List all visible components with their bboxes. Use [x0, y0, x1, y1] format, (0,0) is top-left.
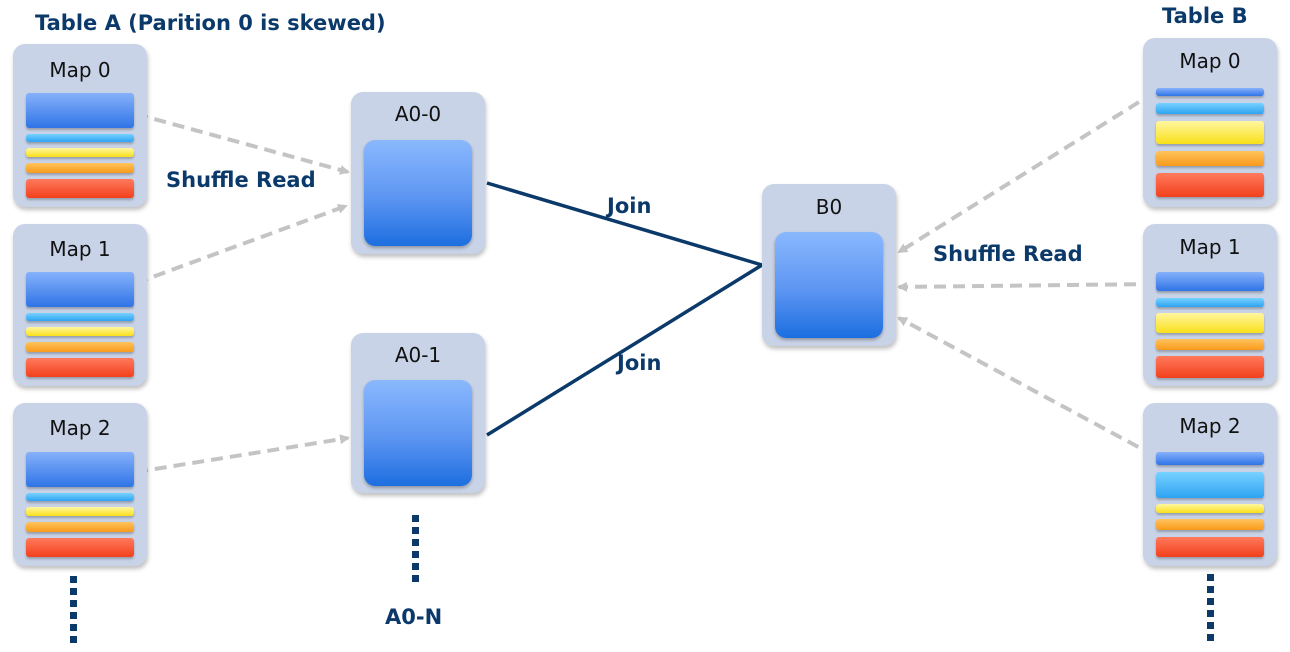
partition-2-bar [1156, 504, 1264, 513]
partition-2-bar [26, 507, 134, 516]
join-label-top: Join [607, 194, 652, 218]
reduce-partition-b0: B0 [762, 184, 896, 346]
map-title: Map 0 [1179, 49, 1241, 73]
partition-4-bar [1156, 356, 1264, 378]
partition-4-bar [1156, 537, 1264, 557]
map-title: Map 1 [49, 237, 111, 261]
partition-3-bar [26, 342, 134, 352]
shuffle-arrow-b-map1-to-b0 [897, 281, 1156, 292]
reduce-partition-a0-1: A0-1 [351, 333, 485, 493]
partition-0-bar [26, 93, 134, 128]
connectors [135, 90, 1157, 474]
shuffle-arrow-b-map2-to-b0 [897, 316, 1156, 458]
map-title: Map 1 [1179, 235, 1241, 259]
partition-2-bar [26, 148, 134, 157]
a0-n-label: A0-N [385, 605, 443, 629]
partition-data-block [775, 232, 883, 338]
partition-0-bar [1156, 88, 1264, 96]
partition-2-bar [26, 327, 134, 336]
table-b-title: Table B [1162, 4, 1248, 28]
partition-1-bar [1156, 298, 1264, 307]
join-label-bottom: Join [617, 351, 662, 375]
table-a-map-0: Map 0 [13, 44, 147, 207]
partition-3-bar [1156, 339, 1264, 350]
partition-title: B0 [815, 195, 843, 219]
shuffle-read-label-left: Shuffle Read [166, 168, 316, 192]
table-a-map-2: Map 2 [13, 403, 147, 566]
table-b-map-2: Map 2 [1143, 403, 1277, 566]
shuffle-read-label-right: Shuffle Read [933, 242, 1083, 266]
partition-title: A0-0 [394, 102, 442, 126]
table-a-title: Table A (Parition 0 is skewed) [35, 11, 386, 35]
table-b-more-maps-ellipsis [1207, 574, 1214, 646]
partition-0-bar [26, 452, 134, 487]
map-title: Map 2 [1179, 414, 1241, 438]
partition-3-bar [26, 163, 134, 173]
table-a-map-1: Map 1 [13, 224, 147, 386]
partition-1-bar [1156, 103, 1264, 114]
join-line-a01-b0 [486, 263, 763, 437]
table-b-map-1: Map 1 [1143, 224, 1277, 386]
partition-1-bar [26, 493, 134, 501]
partition-1-bar [26, 313, 134, 321]
table-a-more-maps-ellipsis [70, 576, 77, 648]
partition-title: A0-1 [394, 343, 442, 367]
table-b-map-0: Map 0 [1143, 38, 1277, 207]
reduce-partition-a0-0: A0-0 [351, 92, 485, 254]
partition-0-bar [26, 272, 134, 307]
partition-3-bar [1156, 151, 1264, 166]
partition-0-bar [1156, 272, 1264, 291]
partition-4-bar [26, 179, 134, 198]
a0-more-partitions-ellipsis [412, 515, 419, 587]
partition-0-bar [1156, 452, 1264, 465]
partition-2-bar [1156, 121, 1264, 144]
shuffle-arrow-a-map1-to-a00 [135, 204, 348, 285]
partition-4-bar [26, 538, 134, 557]
partition-data-block [364, 380, 472, 486]
partition-4-bar [1156, 173, 1264, 197]
partition-3-bar [26, 522, 134, 532]
partition-1-bar [26, 134, 134, 142]
map-title: Map 0 [49, 58, 111, 82]
partition-4-bar [26, 358, 134, 377]
partition-data-block [364, 140, 472, 246]
partition-2-bar [1156, 313, 1264, 333]
map-title: Map 2 [49, 416, 111, 440]
partition-1-bar [1156, 472, 1264, 498]
shuffle-arrow-a-map0-to-a00 [135, 112, 350, 175]
partition-3-bar [1156, 519, 1264, 530]
shuffle-arrow-b-map0-to-b0 [897, 90, 1157, 254]
shuffle-arrow-a-map2-to-a01 [135, 434, 350, 474]
